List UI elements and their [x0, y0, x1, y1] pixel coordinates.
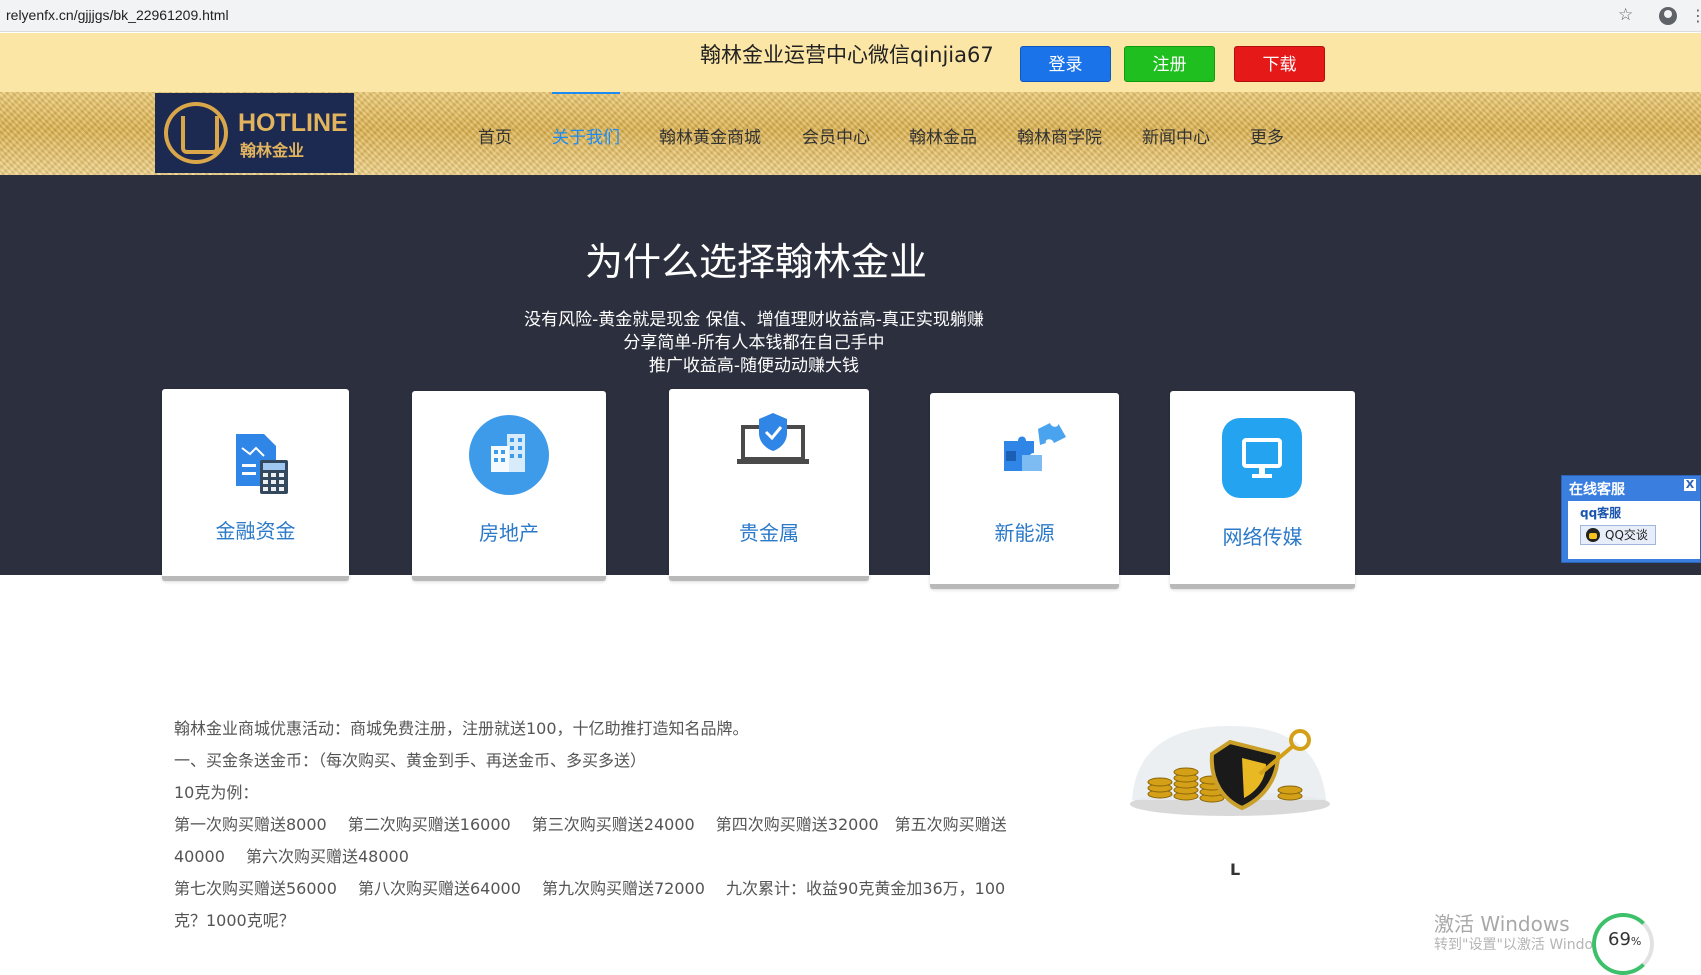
- shield-laptop-icon: [737, 413, 809, 464]
- monitor-icon: [1222, 418, 1302, 498]
- online-service-widget: 在线客服 X qq客服 QQ交谈: [1561, 475, 1701, 563]
- qq-penguin-icon: [1586, 528, 1600, 542]
- menu-dots-icon[interactable]: ⋮: [1690, 6, 1701, 25]
- card-precious-metals[interactable]: 贵金属: [669, 389, 869, 581]
- card-label-finance: 金融资金: [215, 519, 296, 543]
- image-caption: L: [1230, 860, 1241, 879]
- card-label-precious-metals: 贵金属: [739, 521, 799, 545]
- download-button[interactable]: 下载: [1234, 46, 1325, 82]
- promo-line-4: 第一次购买赠送8000 第二次购买赠送16000 第三次购买赠送24000 第四…: [174, 815, 1007, 834]
- main-navigation: HOTLINE 翰林金业 首页 关于我们 翰林黄金商城 会员中心 翰林金品 翰林…: [0, 92, 1701, 175]
- promo-line-1: 翰林金业商城优惠活动：商城免费注册，注册就送100，十亿助推打造知名品牌。: [174, 719, 749, 738]
- nav-item-news[interactable]: 新闻中心: [1142, 123, 1210, 148]
- puzzle-icon: [1004, 423, 1066, 471]
- nav-item-gold-mall[interactable]: 翰林黄金商城: [659, 123, 761, 148]
- card-label-new-energy: 新能源: [994, 521, 1055, 545]
- address-url[interactable]: relyenfx.cn/gjjjgs/bk_22961209.html: [6, 7, 229, 23]
- card-new-energy[interactable]: 新能源: [930, 393, 1119, 589]
- promo-line-6: 第七次购买赠送56000 第八次购买赠送64000 第九次购买赠送72000 九…: [174, 879, 1006, 898]
- finance-calculator-icon: [236, 434, 288, 494]
- card-label-real-estate: 房地产: [479, 521, 539, 545]
- promo-line-3: 10克为例：: [174, 783, 259, 802]
- speed-gauge[interactable]: 69%: [1592, 913, 1654, 975]
- qq-chat-button[interactable]: QQ交谈: [1580, 525, 1656, 545]
- nav-active-indicator: [552, 92, 620, 94]
- service-header: 在线客服: [1569, 482, 1625, 498]
- card-real-estate[interactable]: 房地产: [412, 391, 606, 581]
- service-body: qq客服 QQ交谈: [1568, 501, 1700, 559]
- bookmark-star-icon[interactable]: ☆: [1618, 5, 1633, 25]
- nav-item-gold-products[interactable]: 翰林金品: [909, 123, 977, 148]
- gauge-value: 69%: [1608, 929, 1642, 950]
- card-label-network-media: 网络传媒: [1222, 525, 1303, 549]
- building-icon: [469, 415, 549, 495]
- profile-icon[interactable]: [1659, 7, 1677, 25]
- hero-title: 为什么选择翰林金业: [584, 240, 927, 284]
- logo-emblem-icon: [164, 102, 228, 164]
- nav-item-about[interactable]: 关于我们: [552, 123, 620, 148]
- qq-service-label: qq客服: [1580, 506, 1622, 520]
- card-finance[interactable]: 金融资金: [162, 389, 349, 581]
- hero-line-1: 没有风险-黄金就是现金 保值、增值理财收益高-真正实现躺赚: [524, 310, 984, 330]
- top-strip-title: 翰林金业运营中心微信qinjia67: [700, 43, 994, 67]
- top-promo-strip: 翰林金业运营中心微信qinjia67 登录 注册 下载: [0, 33, 1701, 92]
- promo-line-7: 克？1000克呢？: [174, 911, 295, 930]
- login-button[interactable]: 登录: [1020, 46, 1111, 82]
- site-logo[interactable]: HOTLINE 翰林金业: [155, 93, 354, 173]
- logo-title: HOTLINE: [238, 109, 348, 137]
- nav-item-more[interactable]: 更多: [1250, 123, 1284, 148]
- activate-windows-title: 激活 Windows: [1434, 912, 1570, 936]
- logo-subtitle: 翰林金业: [240, 141, 305, 160]
- close-icon[interactable]: X: [1684, 479, 1696, 491]
- hero-line-3: 推广收益高-随便动动赚大钱: [648, 356, 860, 376]
- gold-shield-image: [1130, 726, 1330, 816]
- nav-item-home[interactable]: 首页: [478, 123, 512, 148]
- nav-item-member-center[interactable]: 会员中心: [802, 123, 870, 148]
- nav-item-business-school[interactable]: 翰林商学院: [1017, 123, 1102, 148]
- register-button[interactable]: 注册: [1124, 46, 1215, 82]
- promo-line-5: 40000 第六次购买赠送48000: [174, 847, 409, 866]
- promo-line-2: 一、买金条送金币：（每次购买、黄金到手、再送金币、多买多送）: [174, 751, 647, 770]
- activate-windows-hint: 转到"设置"以激活 Windows: [1434, 937, 1612, 953]
- qq-chat-label: QQ交谈: [1605, 528, 1648, 542]
- browser-address-bar: relyenfx.cn/gjjjgs/bk_22961209.html ☆ ⋮: [0, 0, 1701, 32]
- card-network-media[interactable]: 网络传媒: [1170, 391, 1355, 589]
- hero-line-2: 分享简单-所有人本钱都在自己手中: [623, 333, 885, 353]
